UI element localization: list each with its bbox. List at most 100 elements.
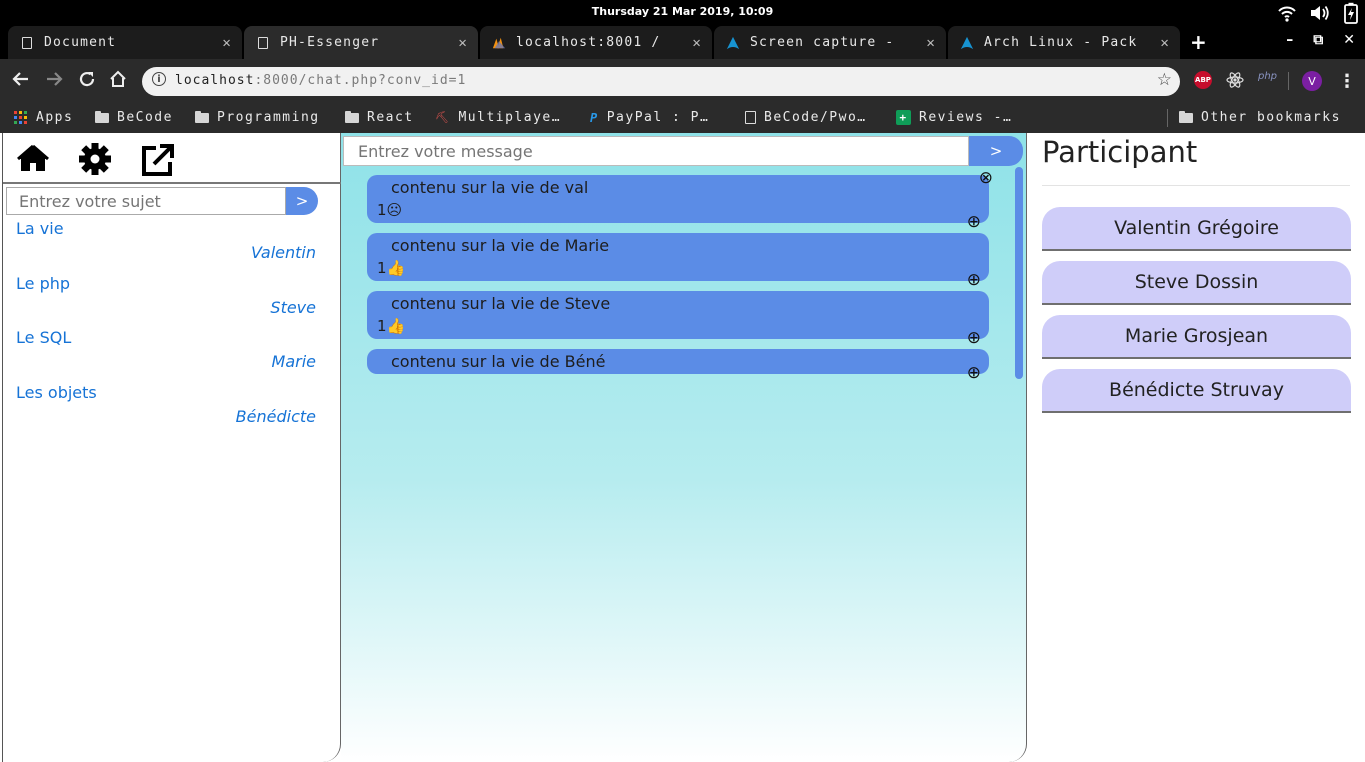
bookmark-multiplayer[interactable]: ⛏ Multiplaye… bbox=[435, 110, 561, 125]
message-text: contenu sur la vie de Béné bbox=[391, 352, 606, 371]
participants-panel: Participant Valentin Grégoire Steve Doss… bbox=[1027, 133, 1365, 762]
message-bubble: contenu sur la vie de Steve 1👍 ⊕ bbox=[367, 291, 989, 347]
subject-title[interactable]: Les objets bbox=[16, 383, 97, 402]
forward-arrow-icon[interactable] bbox=[45, 70, 63, 93]
message-bubble: contenu sur la vie de Marie 1👍 ⊕ bbox=[367, 233, 989, 289]
adblock-plus-icon[interactable]: ABP bbox=[1194, 71, 1212, 89]
tab-localhost-8001[interactable]: localhost:8001 / ✕ bbox=[480, 26, 712, 59]
chat-scrollbar[interactable] bbox=[1015, 167, 1023, 379]
os-top-bar: Thursday 21 Mar 2019, 10:09 bbox=[0, 0, 1365, 25]
reviews-icon: + bbox=[896, 110, 911, 125]
send-message-button[interactable]: > bbox=[969, 136, 1023, 166]
bookmark-apps[interactable]: Apps bbox=[14, 110, 73, 125]
bookmark-paypal[interactable]: P PayPal : P… bbox=[590, 110, 709, 125]
participants-list: Valentin Grégoire Steve Dossin Marie Gro… bbox=[1042, 207, 1351, 423]
delete-message-icon[interactable]: ⊗ bbox=[979, 170, 993, 187]
bookmark-label: BeCode/Pwo… bbox=[764, 110, 867, 125]
restore-button[interactable]: ⧉ bbox=[1313, 32, 1323, 48]
reaction-count: 1👍 bbox=[377, 259, 406, 277]
divider bbox=[1042, 185, 1350, 186]
bookmark-label: Apps bbox=[36, 110, 74, 125]
close-icon[interactable]: ✕ bbox=[926, 35, 936, 51]
participant-item[interactable]: Bénédicte Struvay bbox=[1042, 369, 1351, 413]
add-reaction-icon[interactable]: ⊕ bbox=[967, 365, 981, 382]
new-tab-button[interactable]: + bbox=[1190, 30, 1207, 54]
home-icon[interactable] bbox=[109, 70, 127, 93]
add-reaction-icon[interactable]: ⊕ bbox=[967, 330, 981, 347]
bookmark-star-icon[interactable]: ☆ bbox=[1157, 70, 1172, 90]
arch-linux-icon bbox=[960, 35, 974, 51]
bookmark-react[interactable]: React bbox=[345, 110, 414, 125]
bookmark-label: PayPal : P… bbox=[606, 110, 710, 125]
wifi-icon[interactable] bbox=[1277, 4, 1297, 22]
subject-item[interactable]: La vie Valentin bbox=[16, 219, 316, 274]
tab-title: localhost:8001 / bbox=[516, 35, 661, 50]
folder-icon bbox=[95, 110, 109, 123]
subject-submit-button[interactable]: > bbox=[286, 187, 318, 215]
bookmark-other[interactable]: Other bookmarks bbox=[1179, 110, 1341, 125]
close-icon[interactable]: ✕ bbox=[692, 35, 702, 51]
bookmark-programming[interactable]: Programming bbox=[195, 110, 320, 125]
subjects-list: La vie Valentin Le php Steve Le SQL Mari… bbox=[16, 219, 316, 437]
tab-ph-essenger[interactable]: PH-Essenger ✕ bbox=[244, 26, 478, 59]
bookmark-reviews[interactable]: + Reviews -… bbox=[896, 110, 1012, 125]
menu-kebab-icon[interactable]: ⋮ bbox=[1338, 71, 1356, 92]
reload-icon[interactable] bbox=[78, 70, 96, 93]
subject-item[interactable]: Les objets Bénédicte bbox=[16, 383, 316, 438]
address-bar[interactable]: i localhost:8000/chat.php?conv_id=1 ☆ bbox=[142, 67, 1180, 96]
add-reaction-icon[interactable]: ⊕ bbox=[967, 272, 981, 289]
subject-author[interactable]: Bénédicte bbox=[236, 407, 316, 426]
chat-panel: > contenu sur la vie de val 1☹ ⊗ ⊕ conte… bbox=[341, 133, 1027, 762]
home-icon[interactable] bbox=[16, 143, 50, 177]
message-input[interactable] bbox=[343, 136, 969, 166]
subject-author[interactable]: Valentin bbox=[251, 243, 316, 262]
back-arrow-icon[interactable] bbox=[12, 70, 30, 93]
bookmark-becode[interactable]: BeCode bbox=[95, 110, 173, 125]
url-path: :8000/chat.php?conv_id=1 bbox=[254, 73, 467, 88]
tab-document[interactable]: Document ✕ bbox=[8, 26, 242, 59]
bookmark-becode-pwo[interactable]: BeCode/Pwo… bbox=[745, 110, 867, 125]
subject-author[interactable]: Marie bbox=[272, 352, 316, 371]
url-text: localhost:8000/chat.php?conv_id=1 bbox=[175, 73, 466, 88]
subject-author[interactable]: Steve bbox=[270, 298, 316, 317]
bookmark-label: Other bookmarks bbox=[1201, 110, 1341, 125]
volume-icon[interactable] bbox=[1309, 4, 1331, 22]
close-icon[interactable]: ✕ bbox=[222, 35, 232, 51]
participants-title: Participant bbox=[1042, 135, 1198, 169]
participant-item[interactable]: Marie Grosjean bbox=[1042, 315, 1351, 359]
paypal-icon: P bbox=[590, 110, 599, 125]
subject-item[interactable]: Le SQL Marie bbox=[16, 328, 316, 383]
subject-title[interactable]: Le SQL bbox=[16, 328, 71, 347]
close-window-button[interactable]: ✕ bbox=[1343, 32, 1355, 48]
gear-icon[interactable] bbox=[78, 143, 112, 179]
subject-title[interactable]: La vie bbox=[16, 219, 64, 238]
close-icon[interactable]: ✕ bbox=[458, 35, 468, 51]
tab-screen-capture[interactable]: Screen capture - ✕ bbox=[714, 26, 946, 59]
info-icon[interactable]: i bbox=[152, 72, 166, 86]
tab-arch-linux[interactable]: Arch Linux - Pack ✕ bbox=[948, 26, 1180, 59]
profile-avatar[interactable]: V bbox=[1302, 71, 1322, 91]
message-text: contenu sur la vie de Steve bbox=[391, 294, 611, 313]
battery-icon[interactable] bbox=[1343, 2, 1359, 24]
folder-icon bbox=[1179, 110, 1193, 123]
reaction-count: 1☹ bbox=[377, 201, 403, 219]
participant-item[interactable]: Steve Dossin bbox=[1042, 261, 1351, 305]
message-text: contenu sur la vie de Marie bbox=[391, 236, 610, 255]
os-clock: Thursday 21 Mar 2019, 10:09 bbox=[591, 5, 774, 18]
subject-title[interactable]: Le php bbox=[16, 274, 70, 293]
tab-title: Arch Linux - Pack bbox=[984, 35, 1138, 50]
minimize-button[interactable]: – bbox=[1286, 32, 1293, 48]
subject-item[interactable]: Le php Steve bbox=[16, 274, 316, 329]
react-devtools-icon[interactable] bbox=[1226, 71, 1244, 89]
window-controls: – ⧉ ✕ bbox=[1286, 32, 1355, 48]
external-link-icon[interactable] bbox=[140, 143, 174, 181]
close-icon[interactable]: ✕ bbox=[1160, 35, 1170, 51]
add-reaction-icon[interactable]: ⊕ bbox=[967, 214, 981, 231]
folder-icon bbox=[345, 110, 359, 123]
subject-input[interactable] bbox=[6, 187, 286, 215]
participant-item[interactable]: Valentin Grégoire bbox=[1042, 207, 1351, 251]
url-host: localhost bbox=[175, 73, 255, 88]
php-extension-icon[interactable]: php bbox=[1258, 71, 1277, 82]
apps-grid-icon bbox=[14, 110, 28, 125]
reaction-count: 1👍 bbox=[377, 317, 406, 335]
